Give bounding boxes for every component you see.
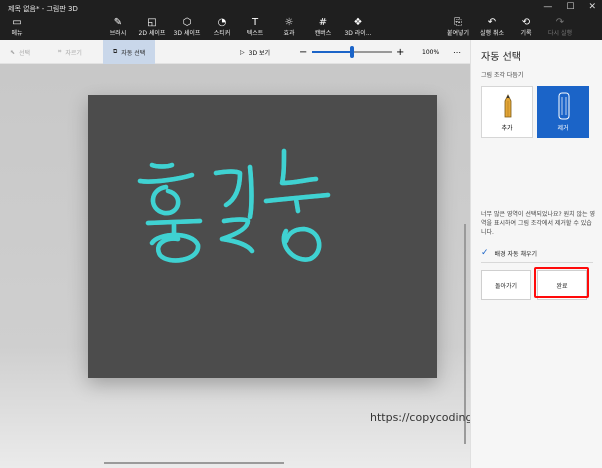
remove-tool-button[interactable]: 제거 <box>537 86 589 138</box>
close-button[interactable]: ✕ <box>588 2 596 12</box>
shapes-3d-button[interactable]: ⬡ 3D 셰이프 <box>170 17 204 37</box>
back-button[interactable]: 돌아가기 <box>481 270 531 300</box>
select-button[interactable]: ⬉ 선택 <box>10 40 30 64</box>
plus-icon: + <box>396 46 405 58</box>
shapes-2d-button[interactable]: ◱ 2D 셰이프 <box>135 17 169 37</box>
horizontal-scrollbar[interactable] <box>104 462 284 464</box>
folder-icon: ▭ <box>12 17 22 28</box>
drawing-canvas[interactable] <box>88 95 437 378</box>
library-3d-label: 3D 라이... <box>344 30 372 37</box>
cursor-icon: ⬉ <box>10 48 16 56</box>
checkmark-icon: ✓ <box>481 248 489 258</box>
done-highlight-frame <box>534 267 589 298</box>
crop-label: 자르기 <box>65 49 82 57</box>
redo-label: 다시 실행 <box>548 30 572 37</box>
history-label: 기록 <box>520 30 532 37</box>
magic-select-panel: 자동 선택 그림 조각 다듬기 추가 제거 너무 많은 영역이 선택되었나요? … <box>470 40 602 468</box>
add-tool-label: 추가 <box>501 125 513 132</box>
view-3d-button[interactable]: ▷ 3D 보기 <box>240 40 270 64</box>
zoom-in-button[interactable]: + <box>396 40 404 64</box>
cube-icon: ⬡ <box>182 17 192 28</box>
view-3d-label: 3D 보기 <box>248 49 271 57</box>
zoom-slider-thumb[interactable] <box>350 46 354 58</box>
magic-select-label: 자동 선택 <box>121 49 146 57</box>
menu-button[interactable]: ▭ 메뉴 <box>0 17 34 37</box>
maximize-button[interactable]: ☐ <box>566 2 574 12</box>
undo-button[interactable]: ↶ 실행 취소 <box>475 17 509 37</box>
minimize-button[interactable]: — <box>543 2 552 12</box>
zoom-slider-fill <box>312 51 352 53</box>
zoom-slider[interactable] <box>312 46 392 58</box>
brushes-button[interactable]: ✎ 브러시 <box>101 17 135 37</box>
more-icon: ⋯ <box>453 47 461 57</box>
undo-icon: ↶ <box>487 17 497 28</box>
autofill-label: 배경 자동 채우기 <box>494 250 538 258</box>
history-button[interactable]: ⟲ 기록 <box>509 17 543 37</box>
sun-icon: ☼ <box>284 17 294 28</box>
history-icon: ⟲ <box>521 17 531 28</box>
stickers-label: 스티커 <box>213 30 231 37</box>
panel-title: 자동 선택 <box>481 52 521 63</box>
shapes-2d-label: 2D 셰이프 <box>138 30 166 37</box>
library-icon: ❖ <box>353 17 363 28</box>
canvas-label: 캔버스 <box>314 30 332 37</box>
brushes-label: 브러시 <box>109 30 127 37</box>
text-label: 텍스트 <box>246 30 264 37</box>
autofill-background-option[interactable]: ✓ 배경 자동 채우기 <box>481 248 537 258</box>
menu-label: 메뉴 <box>11 30 23 37</box>
view-3d-icon: ▷ <box>240 48 245 56</box>
select-label: 선택 <box>19 49 31 57</box>
panel-subtitle: 그림 조각 다듬기 <box>481 72 524 79</box>
redo-button[interactable]: ↷ 다시 실행 <box>543 17 577 37</box>
text-button[interactable]: T 텍스트 <box>238 17 272 37</box>
selection-bar: ⬉ 선택 ⌗ 자르기 ⧉ 자동 선택 ▷ 3D 보기 − + 100% ⋯ <box>0 40 470 64</box>
crop-icon: ⌗ <box>58 48 62 55</box>
paste-button[interactable]: ⎘ 붙여넣기 <box>441 17 475 37</box>
minus-icon: − <box>299 46 308 58</box>
paste-icon: ⎘ <box>454 17 462 28</box>
handwriting-strokes <box>137 148 331 378</box>
add-tool-button[interactable]: 추가 <box>481 86 533 138</box>
panel-message: 너무 많은 영역이 선택되었나요? 원치 않는 영역을 표시하여 그림 조각에서… <box>481 211 595 236</box>
shapes-2d-icon: ◱ <box>147 17 157 28</box>
zoom-percent[interactable]: 100% <box>422 40 439 64</box>
effects-label: 효과 <box>283 30 295 37</box>
canvas-button[interactable]: # 캔버스 <box>306 17 340 37</box>
canvas-icon: # <box>318 17 328 28</box>
shapes-3d-label: 3D 셰이프 <box>173 30 201 37</box>
undo-label: 실행 취소 <box>480 30 504 37</box>
stickers-button[interactable]: ◔ 스티커 <box>205 17 239 37</box>
sticker-icon: ◔ <box>217 17 227 28</box>
brush-icon: ✎ <box>113 17 123 28</box>
workspace: https://copycoding.tistory.com/ <box>0 64 540 468</box>
library-3d-button[interactable]: ❖ 3D 라이... <box>341 17 375 37</box>
window-title: 제목 없음* - 그림판 3D <box>8 5 78 13</box>
pencil-add-icon <box>504 94 512 118</box>
remove-tool-label: 제거 <box>557 125 569 132</box>
effects-button[interactable]: ☼ 효과 <box>272 17 306 37</box>
magic-select-icon: ⧉ <box>113 48 118 55</box>
redo-icon: ↷ <box>555 17 565 28</box>
divider <box>481 262 593 263</box>
more-button[interactable]: ⋯ <box>453 40 461 64</box>
window-controls: — ☐ ✕ <box>543 2 596 12</box>
paste-label: 붙여넣기 <box>446 30 470 37</box>
magic-select-button[interactable]: ⧉ 자동 선택 <box>103 40 156 64</box>
app-toolbar: 제목 없음* - 그림판 3D — ☐ ✕ ▭ 메뉴 ✎ 브러시 ◱ 2D 셰이… <box>0 0 602 40</box>
text-icon: T <box>251 17 259 28</box>
zoom-out-button[interactable]: − <box>299 40 307 64</box>
crop-button[interactable]: ⌗ 자르기 <box>58 40 82 64</box>
eraser-remove-icon <box>558 92 570 120</box>
